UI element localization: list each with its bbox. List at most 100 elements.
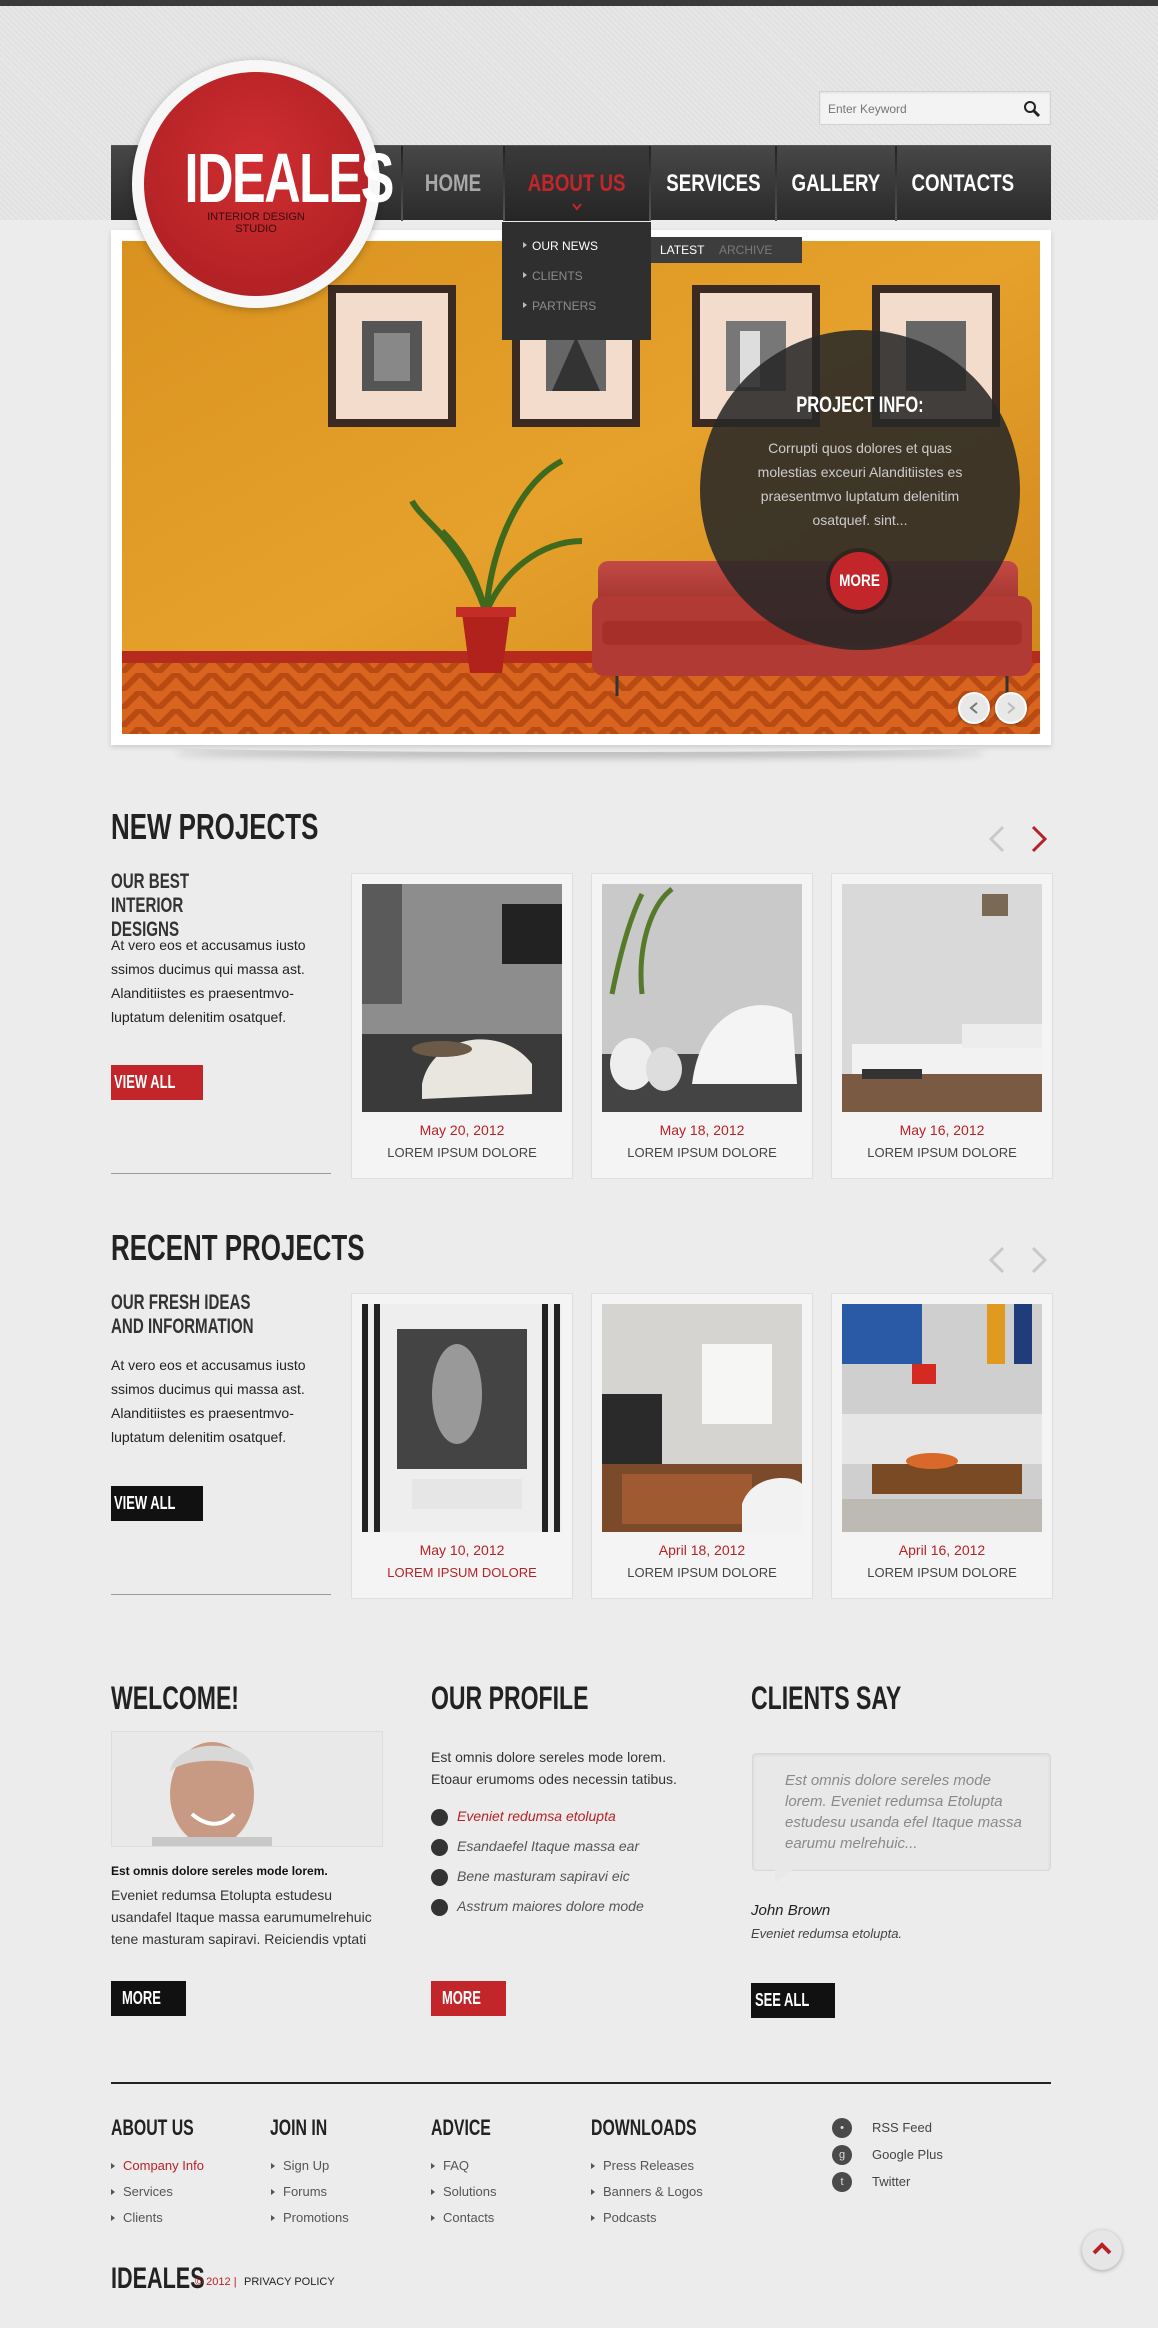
privacy-policy-link[interactable]: PRIVACY POLICY: [244, 2276, 335, 2288]
about-us-dropdown: OUR NEWS CLIENTS PARTNERS: [502, 222, 651, 340]
project-card[interactable]: May 20, 2012 LOREM IPSUM DOLORE: [351, 873, 573, 1179]
project-date: April 16, 2012: [898, 1542, 986, 1558]
footer-link[interactable]: Clients: [111, 2210, 163, 2225]
project-image: [842, 884, 1042, 1112]
testimonial-author-sub: Eveniet redumsa etolupta.: [751, 1926, 903, 1941]
footer-link[interactable]: Solutions: [430, 2184, 496, 2199]
welcome-title: WELCOME!: [111, 1680, 239, 1716]
footer-link[interactable]: Contacts: [430, 2210, 494, 2225]
back-to-top-button[interactable]: [1082, 2230, 1122, 2270]
welcome-text: Eveniet redumsa Etolupta estudesu usanda…: [111, 1887, 372, 1947]
footer-link[interactable]: Promotions: [271, 2210, 349, 2225]
new-projects-next-icon[interactable]: [1027, 824, 1051, 854]
recent-projects-prev-icon[interactable]: [985, 1245, 1009, 1275]
project-caption[interactable]: LOREM IPSUM DOLORE: [832, 1145, 1052, 1160]
profile-more-button[interactable]: MORE: [431, 1981, 506, 2016]
profile-list-item[interactable]: Asstrum maiores dolore mode: [431, 1898, 644, 1916]
recent-projects-next-icon[interactable]: [1027, 1245, 1051, 1275]
project-info-title: PROJECT INFO:: [796, 392, 924, 417]
footer-heading: ADVICE: [431, 2115, 491, 2140]
subtab-archive[interactable]: ARCHIVE: [719, 243, 772, 257]
new-projects-text: At vero eos et accusamus iusto ssimos du…: [111, 937, 306, 1025]
testimonial-author: John Brown: [751, 1902, 831, 1919]
clients-see-all-button[interactable]: SEE ALL: [751, 1983, 835, 2018]
google-plus-icon[interactable]: g: [832, 2145, 852, 2165]
project-date: May 10, 2012: [419, 1542, 505, 1558]
arrow-circle-icon: [431, 1839, 448, 1856]
news-subtabs: LATEST ARCHIVE: [651, 237, 802, 263]
project-caption[interactable]: LOREM IPSUM DOLORE: [352, 1565, 572, 1580]
footer-link[interactable]: Banners & Logos: [591, 2184, 703, 2199]
project-image: [362, 1304, 562, 1532]
project-card[interactable]: May 18, 2012 LOREM IPSUM DOLORE: [591, 873, 813, 1179]
welcome-bold-line: Est omnis dolore sereles mode lorem.: [111, 1864, 328, 1878]
welcome-photo: [111, 1731, 383, 1847]
new-projects-title: NEW PROJECTS: [111, 806, 319, 847]
dropdown-item-clients[interactable]: CLIENTS: [523, 269, 583, 283]
nav-home[interactable]: HOME: [403, 146, 503, 221]
search-icon[interactable]: [1022, 99, 1042, 119]
arrow-circle-icon: [431, 1869, 448, 1886]
social-link-google-plus[interactable]: Google Plus: [872, 2147, 943, 2162]
welcome-more-button[interactable]: MORE: [111, 1981, 186, 2016]
rss-icon[interactable]: •: [832, 2118, 852, 2138]
testimonial-text: Est omnis dolore sereles mode lorem. Eve…: [785, 1772, 1022, 1852]
social-link-twitter[interactable]: Twitter: [872, 2174, 910, 2189]
project-caption[interactable]: LOREM IPSUM DOLORE: [352, 1145, 572, 1160]
search-input[interactable]: [828, 99, 1008, 119]
project-caption[interactable]: LOREM IPSUM DOLORE: [832, 1565, 1052, 1580]
arrow-right-icon: [1007, 702, 1016, 714]
project-date: April 18, 2012: [658, 1542, 746, 1558]
project-date: May 16, 2012: [899, 1122, 985, 1138]
footer-link[interactable]: Press Releases: [590, 2158, 694, 2173]
profile-list-item[interactable]: Esandaefel Itaque massa ear: [431, 1838, 639, 1856]
project-image: [362, 884, 562, 1112]
project-card[interactable]: April 16, 2012 LOREM IPSUM DOLORE: [831, 1293, 1053, 1599]
logo-subtitle-line: STUDIO: [235, 223, 277, 235]
divider: [111, 1594, 331, 1595]
slider-more-button[interactable]: MORE: [830, 552, 888, 610]
chevron-up-icon: [1092, 2242, 1112, 2255]
project-card[interactable]: May 16, 2012 LOREM IPSUM DOLORE: [831, 873, 1053, 1179]
footer-link[interactable]: Forums: [270, 2184, 327, 2199]
slider-prev-button[interactable]: [958, 692, 990, 724]
profile-list-item[interactable]: Eveniet redumsa etolupta: [431, 1808, 616, 1826]
arrow-circle-icon: [431, 1899, 448, 1916]
dropdown-item-partners[interactable]: PARTNERS: [523, 299, 596, 313]
recent-projects-text: At vero eos et accusamus iusto ssimos du…: [111, 1357, 306, 1445]
chevron-down-icon: [572, 203, 582, 211]
profile-list-item[interactable]: Bene masturam sapiravi eic: [431, 1868, 630, 1886]
logo-subtitle-line: INTERIOR DESIGN: [207, 211, 305, 223]
project-caption[interactable]: LOREM IPSUM DOLORE: [592, 1565, 812, 1580]
arrow-circle-icon: [431, 1809, 448, 1826]
nav-contacts[interactable]: CONTACTS: [897, 146, 1027, 221]
social-link-rss[interactable]: RSS Feed: [872, 2120, 932, 2135]
project-card[interactable]: May 10, 2012 LOREM IPSUM DOLORE: [351, 1293, 573, 1599]
footer-link[interactable]: FAQ: [430, 2158, 469, 2173]
footer-link[interactable]: Services: [111, 2184, 173, 2199]
footer-heading: DOWNLOADS: [591, 2115, 697, 2140]
project-card[interactable]: April 18, 2012 LOREM IPSUM DOLORE: [591, 1293, 813, 1599]
nav-about-us[interactable]: ABOUT US: [505, 146, 649, 221]
project-date: May 20, 2012: [419, 1122, 505, 1138]
new-projects-subtitle: OUR BEST INTERIOR DESIGNS: [111, 870, 190, 941]
nav-services[interactable]: SERVICES: [651, 146, 775, 221]
footer-link[interactable]: Sign Up: [270, 2158, 329, 2173]
project-image: [602, 1304, 802, 1532]
slider-next-button[interactable]: [995, 692, 1027, 724]
new-projects-prev-icon[interactable]: [985, 824, 1009, 854]
project-date: May 18, 2012: [659, 1122, 745, 1138]
project-caption[interactable]: LOREM IPSUM DOLORE: [592, 1145, 812, 1160]
profile-title: OUR PROFILE: [431, 1680, 589, 1716]
subtab-latest[interactable]: LATEST: [660, 243, 704, 257]
footer-link[interactable]: Company Info: [111, 2158, 204, 2173]
twitter-icon[interactable]: t: [832, 2172, 852, 2192]
new-projects-view-all-button[interactable]: VIEW ALL: [111, 1065, 203, 1100]
recent-projects-title: RECENT PROJECTS: [111, 1227, 365, 1268]
nav-gallery[interactable]: GALLERY: [777, 146, 895, 221]
footer-link[interactable]: Podcasts: [590, 2210, 656, 2225]
profile-text: Est omnis dolore sereles mode lorem. Eto…: [431, 1749, 677, 1787]
project-image: [842, 1304, 1042, 1532]
dropdown-item-our-news[interactable]: OUR NEWS: [523, 239, 598, 253]
recent-projects-view-all-button[interactable]: VIEW ALL: [111, 1486, 203, 1521]
